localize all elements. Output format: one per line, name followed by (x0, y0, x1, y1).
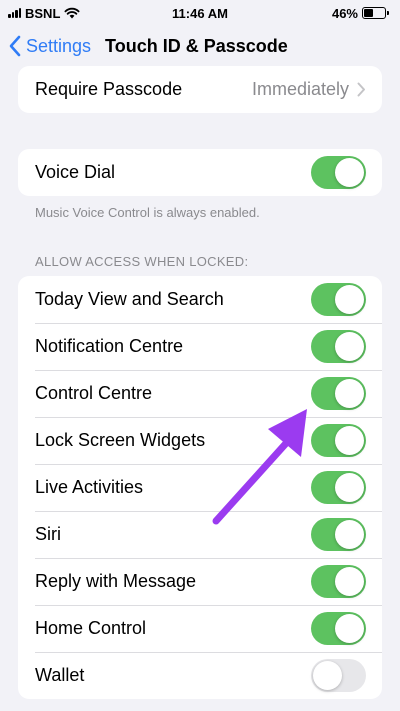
chevron-left-icon (9, 35, 21, 57)
row-label: Control Centre (35, 383, 153, 403)
status-bar: BSNL 11:46 AM 46% (0, 0, 400, 26)
row-label: Home Control (35, 618, 147, 638)
back-button[interactable]: Settings (8, 35, 91, 57)
voice-dial-group: Voice Dial (18, 149, 382, 196)
notification-centre-row: Notification Centre (18, 323, 382, 370)
wallet-row: Wallet (18, 652, 382, 699)
row-label: Notification Centre (35, 336, 184, 356)
home-control-row: Home Control (18, 605, 382, 652)
row-value: Immediately (252, 79, 366, 100)
lock-screen-widgets-row: Lock Screen Widgets (18, 417, 382, 464)
toggle-knob (335, 426, 364, 455)
chevron-right-icon (357, 82, 365, 97)
navigation-bar: Settings Touch ID & Passcode (0, 26, 400, 66)
today-view-and-search-row: Today View and Search (18, 276, 382, 323)
section-header: ALLOW ACCESS WHEN LOCKED: (35, 254, 249, 269)
reply-with-message-row: Reply with Message (18, 558, 382, 605)
toggle-knob (335, 567, 364, 596)
reply-with-message-toggle[interactable] (311, 565, 366, 598)
toggle-knob (335, 614, 364, 643)
toggle-knob (335, 285, 364, 314)
row-label: Require Passcode (35, 79, 183, 99)
require-passcode-row[interactable]: Require Passcode Immediately (18, 66, 382, 113)
live-activities-row: Live Activities (18, 464, 382, 511)
row-label: Reply with Message (35, 571, 197, 591)
toggle-knob (335, 158, 364, 187)
voice-dial-toggle[interactable] (311, 156, 366, 189)
toggle-knob (335, 379, 364, 408)
home-control-toggle[interactable] (311, 612, 366, 645)
status-time: 11:46 AM (172, 5, 228, 21)
wallet-toggle[interactable] (311, 659, 366, 692)
toggle-knob (335, 520, 364, 549)
voice-dial-row: Voice Dial (18, 149, 382, 196)
control-centre-row: Control Centre (18, 370, 382, 417)
lock-screen-widgets-toggle[interactable] (311, 424, 366, 457)
notification-centre-toggle[interactable] (311, 330, 366, 363)
row-label: Voice Dial (35, 162, 116, 182)
today-view-and-search-toggle[interactable] (311, 283, 366, 316)
siri-toggle[interactable] (311, 518, 366, 551)
control-centre-toggle[interactable] (311, 377, 366, 410)
page-title: Touch ID & Passcode (105, 35, 288, 56)
battery-icon (362, 7, 389, 19)
row-label: Today View and Search (35, 289, 224, 309)
require-passcode-group: Require Passcode Immediately (18, 66, 382, 113)
allow-access-when-locked-group: Today View and Search Notification Centre… (18, 276, 382, 699)
require-passcode-value: Immediately (251, 79, 349, 99)
siri-row: Siri (18, 511, 382, 558)
live-activities-toggle[interactable] (311, 471, 366, 504)
voice-dial-footnote: Music Voice Control is always enabled. (35, 205, 260, 220)
toggle-knob (335, 332, 364, 361)
row-label: Siri (35, 524, 61, 544)
toggle-knob (335, 473, 364, 502)
toggle-knob (313, 661, 342, 690)
row-label: Wallet (35, 665, 85, 685)
row-label: Lock Screen Widgets (35, 430, 206, 450)
battery-level-fill (364, 9, 374, 17)
back-label: Settings (26, 35, 92, 56)
row-label: Live Activities (35, 477, 144, 497)
